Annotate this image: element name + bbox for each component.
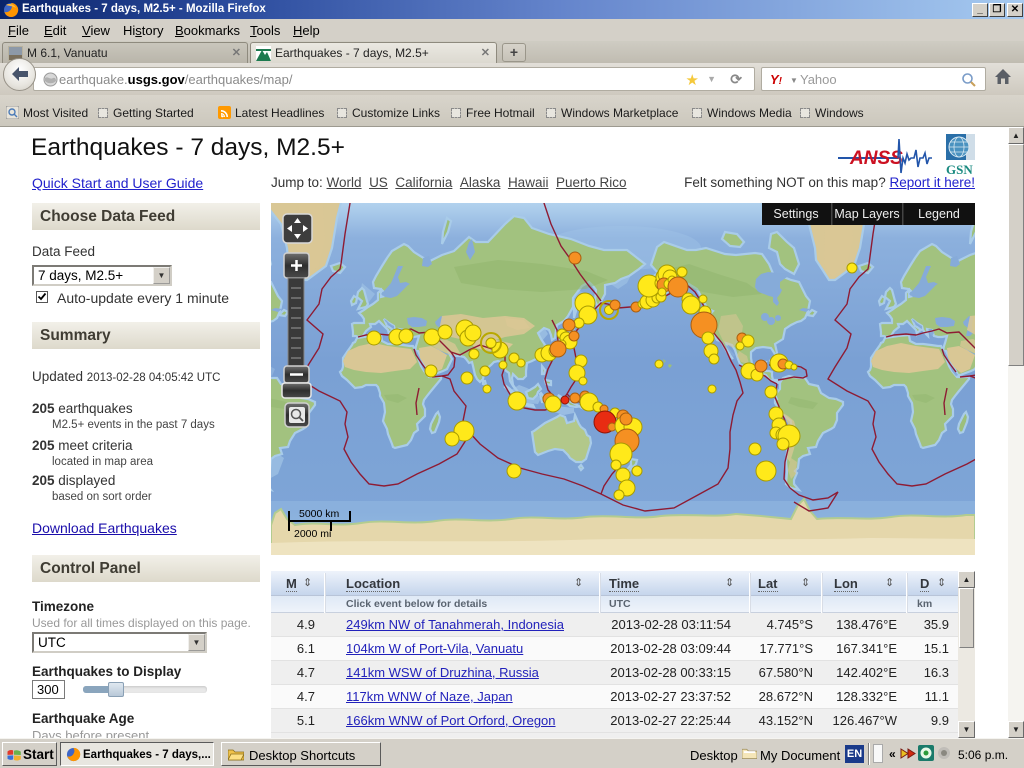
svg-text:Map Layers: Map Layers <box>834 207 899 221</box>
svg-text:Legend: Legend <box>918 207 960 221</box>
svg-text:Settings: Settings <box>773 207 818 221</box>
svg-text:GSN: GSN <box>946 162 973 176</box>
svg-text:5000 km: 5000 km <box>299 508 340 520</box>
svg-text:ANSS: ANSS <box>849 148 903 169</box>
svg-text:2000 mi: 2000 mi <box>294 528 331 540</box>
